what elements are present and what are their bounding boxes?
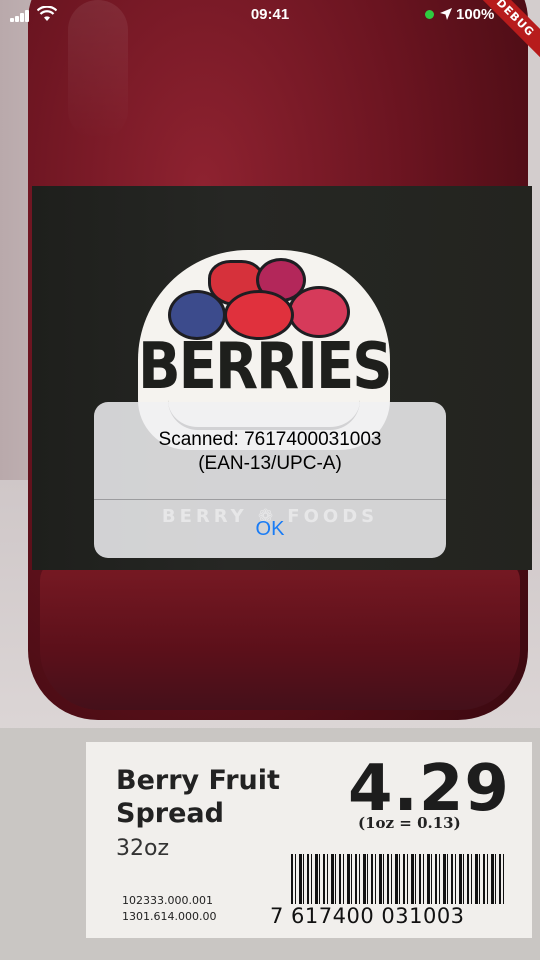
ok-button[interactable]: OK [94, 500, 446, 558]
product-size: 32oz [116, 836, 170, 861]
barcode-digits: 7 617400 031003 [268, 904, 508, 928]
alert-message: Scanned: 7617400031003 (EAN-13/UPC-A) [104, 428, 436, 476]
status-bar: 09:41 100% [0, 0, 540, 30]
scan-result-alert: Scanned: 7617400031003 (EAN-13/UPC-A) OK [94, 402, 446, 558]
price-tag: Berry Fruit Spread 32oz 4.29 (1oz = 0.13… [86, 742, 532, 938]
unit-price: (1oz = 0.13) [358, 814, 461, 832]
recording-dot [425, 10, 434, 19]
jar-bottom [40, 560, 520, 710]
location-icon [440, 8, 452, 20]
product-name: Berry Fruit Spread [116, 765, 280, 829]
logo-text: BERRIES [138, 329, 393, 404]
product-code: 102333.000.001 [122, 894, 213, 907]
battery-level: 100% [456, 6, 495, 23]
product-code: 1301.614.000.00 [122, 910, 217, 923]
alert-message-text: Scanned: 7617400031003 (EAN-13/UPC-A) [158, 429, 382, 474]
